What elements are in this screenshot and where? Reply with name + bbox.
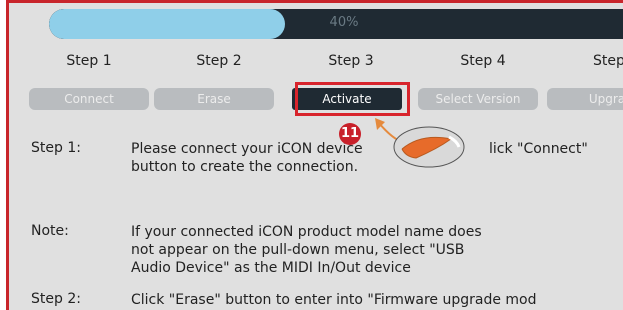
step-label-1: Step 1: [66, 53, 112, 69]
step2-label: Step 2:: [31, 291, 81, 307]
erase-button[interactable]: Erase: [154, 88, 274, 110]
mouse-cursor-icon: [375, 118, 465, 168]
note-text-line2: not appear on the pull-down menu, select…: [131, 242, 465, 258]
step-label-3: Step 3: [328, 53, 374, 69]
screenshot-frame: 40% Step 1 Step 2 Step 3 Step 4 Step Con…: [0, 0, 623, 310]
step-labels: Step 1 Step 2 Step 3 Step 4 Step: [9, 53, 623, 73]
note-label: Note:: [31, 223, 69, 239]
step1-text-line2: button to create the connection.: [131, 159, 359, 175]
step1-text-line1: Please connect your iCON device: [131, 141, 363, 157]
step-label-5: Step: [593, 53, 623, 69]
step1-label: Step 1:: [31, 140, 81, 156]
step-label-2: Step 2: [196, 53, 242, 69]
note-text-line3: Audio Device" as the MIDI In/Out device: [131, 260, 411, 276]
activate-highlight-box: [295, 82, 410, 116]
note-text-line1: If your connected iCON product model nam…: [131, 224, 482, 240]
step-number-badge: 11: [339, 123, 361, 145]
upgrade-window: 40% Step 1 Step 2 Step 3 Step 4 Step Con…: [6, 0, 623, 310]
upgrade-button[interactable]: Upgra: [547, 88, 623, 110]
step1-text-line1-end: lick "Connect": [489, 141, 588, 157]
progress-percent: 40%: [329, 15, 359, 30]
connect-button[interactable]: Connect: [29, 88, 149, 110]
step2-text-line1: Click "Erase" button to enter into "Firm…: [131, 292, 537, 308]
step-label-4: Step 4: [460, 53, 506, 69]
select-version-button[interactable]: Select Version: [418, 88, 538, 110]
progress-bar: 40%: [49, 9, 623, 39]
